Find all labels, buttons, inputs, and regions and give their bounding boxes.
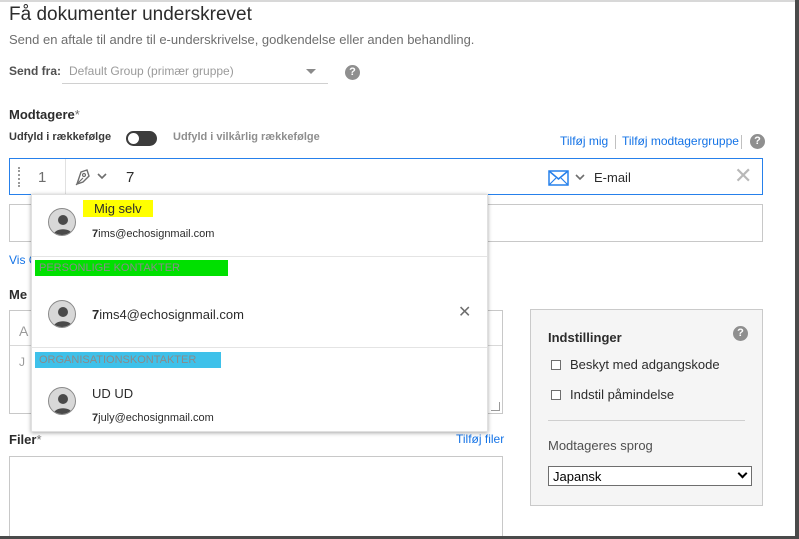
recipient-number: 1	[38, 169, 47, 186]
suggestion-item-personal[interactable]: 7ims4@echosignmail.com ✕	[32, 291, 487, 339]
row-divider	[65, 159, 66, 194]
help-icon[interactable]: ?	[733, 326, 748, 341]
complete-any-order-label: Udfyld i vilkårlig rækkefølge	[173, 131, 320, 143]
settings-title: Indstillinger	[548, 330, 622, 345]
password-label: Beskyt med adgangskode	[570, 357, 720, 372]
suggestion-email: 7ims4@echosignmail.com	[92, 307, 244, 322]
files-label: Filer*	[9, 432, 42, 447]
organisation-contacts-header: ORGANISATIONSKONTAKTER	[35, 352, 221, 368]
window-right-edge	[795, 0, 799, 539]
drag-handle-icon[interactable]	[18, 167, 20, 187]
dropdown-divider	[32, 347, 487, 348]
recipient-email-input[interactable]: 7	[126, 169, 134, 186]
suggestion-name: UD UD	[92, 386, 134, 401]
settings-panel: Indstillinger ? Beskyt med adgangskode I…	[530, 309, 763, 506]
add-me-link[interactable]: Tilføj mig	[560, 134, 608, 148]
signer-role-button[interactable]	[74, 167, 110, 192]
language-label: Modtageres sprog	[548, 438, 653, 453]
password-checkbox[interactable]	[551, 360, 561, 370]
language-select[interactable]: Japansk	[548, 466, 752, 486]
delivery-method-label: E-mail	[594, 170, 631, 185]
page-subtitle: Send en aftale til andre til e-underskri…	[9, 32, 475, 47]
close-icon[interactable]: ✕	[458, 302, 471, 322]
toggle-knob	[128, 133, 139, 144]
send-from-select[interactable]: Default Group (primær gruppe)	[62, 58, 328, 84]
link-separator	[741, 135, 742, 149]
chevron-down-icon	[737, 468, 748, 479]
resize-handle-icon[interactable]	[491, 402, 500, 411]
recipient-suggestions-dropdown: Mig selv 7ims@echosignmail.com PERSONLIG…	[31, 194, 488, 432]
dropdown-divider	[32, 256, 487, 257]
link-separator	[615, 135, 616, 149]
suggestion-item-me[interactable]: Mig selv 7ims@echosignmail.com	[32, 195, 487, 255]
reminder-checkbox[interactable]	[551, 390, 561, 400]
suggestion-email: 7ims@echosignmail.com	[92, 228, 215, 240]
person-avatar-icon	[48, 387, 76, 415]
pen-nib-icon	[75, 169, 107, 186]
send-from-label: Send fra:	[9, 64, 62, 78]
message-label: Me	[9, 287, 28, 302]
suggestion-item-org[interactable]: UD UD 7july@echosignmail.com	[32, 375, 487, 431]
add-files-link[interactable]: Tilføj filer	[456, 432, 504, 446]
personal-contacts-header: PERSONLIGE KONTAKTER	[35, 260, 228, 276]
complete-in-order-label: Udfyld i rækkefølge	[9, 131, 112, 143]
chevron-down-icon	[306, 69, 316, 74]
close-icon[interactable]: ✕	[734, 163, 752, 189]
recipients-label: Modtagere*	[9, 107, 80, 122]
add-recipient-group-link[interactable]: Tilføj modtagergruppe	[622, 134, 739, 148]
window-top-edge	[0, 0, 799, 2]
envelope-icon	[548, 170, 585, 186]
suggestion-name: Mig selv	[94, 201, 142, 216]
reminder-label: Indstil påmindelse	[570, 387, 675, 402]
order-toggle[interactable]	[126, 131, 157, 146]
page-title: Få dokumenter underskrevet	[9, 4, 252, 25]
message-textarea[interactable]: J	[19, 355, 25, 369]
send-from-value: Default Group (primær gruppe)	[69, 64, 234, 78]
delivery-method-button[interactable]	[548, 169, 588, 192]
files-drop-zone[interactable]	[9, 456, 503, 539]
language-value: Japansk	[553, 469, 602, 484]
help-icon[interactable]: ?	[750, 134, 765, 149]
person-avatar-icon	[48, 300, 76, 328]
person-avatar-icon	[48, 208, 76, 236]
settings-divider	[548, 420, 745, 421]
help-icon[interactable]: ?	[345, 65, 360, 80]
suggestion-email: 7july@echosignmail.com	[92, 412, 214, 424]
agreement-name-input[interactable]: A	[19, 323, 28, 339]
recipient-row[interactable]: 1 7 E-mail ✕	[9, 158, 763, 195]
